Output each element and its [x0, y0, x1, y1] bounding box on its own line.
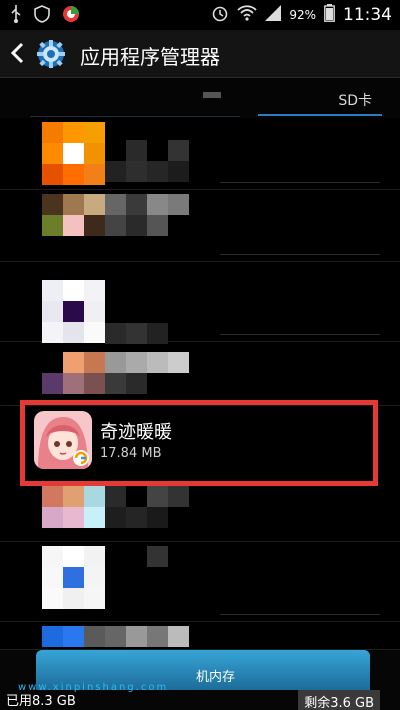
app-notification-icon	[62, 5, 80, 27]
app-icon-pixelated	[42, 546, 105, 609]
list-item[interactable]	[0, 262, 400, 344]
storage-used: 已用8.3 GB	[6, 694, 76, 709]
row-divider	[220, 614, 380, 615]
shield-icon	[34, 5, 50, 27]
storage-label: 机内存	[196, 670, 236, 685]
list-item[interactable]	[0, 190, 400, 262]
gear-icon[interactable]	[34, 37, 68, 71]
tab-active-indicator	[258, 114, 382, 116]
app-icon-pixelated	[42, 486, 105, 528]
list-item[interactable]	[0, 342, 400, 406]
app-name[interactable]: 奇迹暖暖	[100, 418, 172, 444]
row-divider	[220, 334, 380, 335]
storage-bar: 机内存 www.xinpinshang.com 已用8.3 GB 剩余3.6 G…	[0, 650, 400, 710]
wifi-icon	[237, 5, 257, 25]
app-list-lower	[0, 486, 400, 650]
app-icon-pixelated	[42, 280, 105, 343]
battery-icon	[324, 4, 335, 26]
app-list	[0, 118, 400, 406]
app-label-pixelated	[105, 194, 189, 236]
app-icon-pixelated	[42, 122, 105, 185]
tab-bar: SD卡	[0, 78, 400, 118]
signal-icon	[265, 5, 282, 25]
app-label-pixelated	[105, 486, 189, 528]
list-item[interactable]	[0, 542, 400, 622]
tab-sd-card[interactable]: SD卡	[338, 90, 372, 110]
battery-percent: 92%	[289, 8, 316, 22]
app-label-pixelated	[105, 140, 189, 182]
row-divider	[220, 182, 380, 183]
list-item[interactable]	[0, 118, 400, 190]
list-item[interactable]	[0, 622, 400, 650]
storage-free: 剩余3.6 GB	[298, 690, 380, 710]
app-size: 17.84 MB	[100, 446, 162, 461]
action-bar: 应用程序管理器	[0, 30, 400, 78]
app-label-pixelated	[105, 302, 189, 344]
back-arrow-icon[interactable]	[8, 41, 28, 65]
app-icon-pixelated	[42, 626, 105, 647]
usb-icon	[10, 5, 22, 27]
app-icon-pixelated	[42, 352, 105, 394]
app-label-pixelated	[105, 352, 189, 394]
page-title: 应用程序管理器	[80, 45, 220, 69]
app-label-pixelated	[105, 546, 189, 588]
app-label-pixelated	[105, 626, 189, 647]
alarm-icon	[211, 4, 229, 26]
clock: 11:34	[343, 5, 392, 25]
row-divider	[220, 254, 380, 255]
tab-label-blurred[interactable]	[203, 92, 221, 98]
app-icon-pixelated	[42, 194, 105, 257]
list-item[interactable]	[0, 486, 400, 542]
app-icon-qijinuannuan	[34, 411, 92, 469]
tab-divider	[30, 116, 240, 117]
status-bar: 92% 11:34	[0, 0, 400, 30]
